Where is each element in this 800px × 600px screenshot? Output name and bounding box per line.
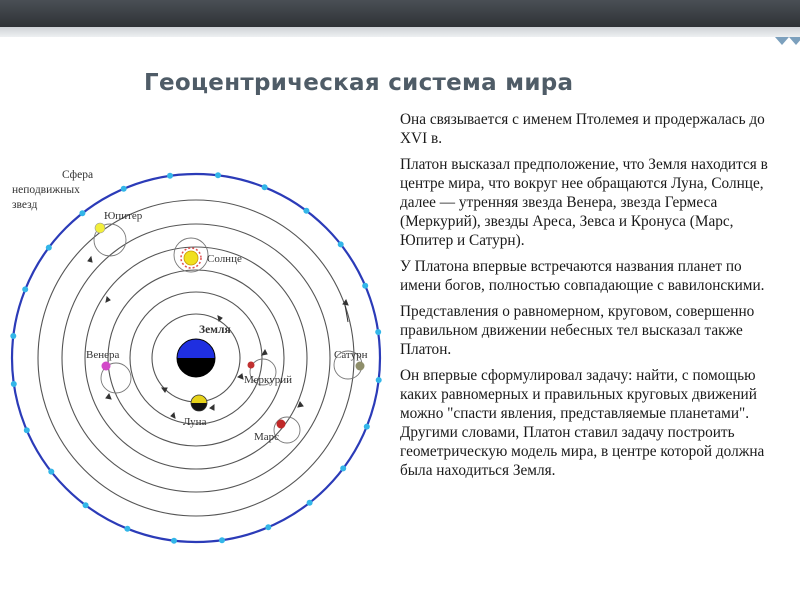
earth-icon	[176, 338, 216, 378]
slide-body-text: Она связывается с именем Птолемея и прод…	[400, 110, 782, 487]
arrow-icon	[260, 348, 268, 356]
star-icon	[265, 524, 272, 531]
star-icon	[79, 210, 86, 217]
label-mercury: Меркурий	[244, 374, 292, 386]
paragraph: Представления о равномерном, круговом, с…	[400, 303, 755, 358]
star-icon	[306, 499, 313, 506]
label-mars: Марс	[254, 431, 279, 443]
star-icon	[171, 537, 177, 544]
geocentric-diagram: Сфера неподвижных звезд Юпитер Солнце Зе…	[10, 169, 382, 544]
paragraph: Платон высказал предположение, что Земля…	[400, 156, 768, 249]
star-icon	[375, 329, 382, 335]
star-icon	[23, 427, 30, 434]
arrow-icon	[87, 255, 93, 263]
star-icon	[10, 333, 17, 339]
star-icon	[362, 282, 369, 289]
jupiter-icon	[94, 222, 106, 234]
label-sphere: звезд	[12, 199, 37, 211]
corner-triangle-icon	[789, 37, 800, 45]
slide-title: Геоцентрическая система мира	[144, 70, 574, 96]
mars-icon	[276, 419, 286, 429]
star-icon	[124, 525, 131, 532]
label-venus: Венера	[86, 349, 119, 361]
arrow-icon	[209, 404, 215, 411]
sun-icon	[180, 247, 202, 269]
venus-icon	[101, 361, 111, 371]
star-icon	[82, 502, 89, 509]
arrow-icon	[236, 373, 244, 380]
star-icon	[48, 468, 55, 475]
label-saturn: Сатурн	[334, 349, 368, 361]
arrow-icon	[161, 387, 168, 393]
moon-icon	[190, 394, 208, 412]
star-icon	[340, 465, 347, 472]
star-icon	[10, 381, 17, 387]
paragraph: У Платона впервые встречаются названия п…	[400, 258, 765, 294]
paragraph: Она связывается с именем Птолемея и прод…	[400, 111, 765, 147]
star-icon	[45, 244, 52, 251]
label-moon: Луна	[183, 416, 207, 428]
star-icon	[167, 172, 173, 179]
star-icon	[215, 172, 221, 179]
star-icon	[261, 184, 268, 191]
motion-arrows	[87, 255, 349, 419]
mercury-icon	[247, 361, 255, 369]
corner-triangle-icon	[775, 37, 789, 45]
star-icon	[303, 207, 310, 214]
star-icon	[22, 286, 29, 293]
arrow-icon	[217, 315, 223, 323]
star-icon	[337, 241, 344, 248]
star-icon	[219, 537, 225, 544]
header-accent-stripe	[0, 27, 800, 37]
top-header-bar	[0, 0, 800, 27]
label-sphere: неподвижных	[12, 184, 80, 196]
arrow-icon	[170, 411, 176, 419]
label-sun: Солнце	[207, 253, 242, 265]
star-icon	[120, 185, 127, 192]
saturn-icon	[355, 361, 365, 371]
paragraph: Он впервые сформулировал задачу: найти, …	[400, 367, 765, 479]
arrow-icon	[105, 392, 112, 400]
arrow-icon	[297, 400, 304, 408]
label-earth: Земля	[199, 324, 231, 336]
label-sphere: Сфера	[62, 169, 93, 181]
star-icon	[375, 377, 382, 383]
arrow-icon	[105, 295, 111, 303]
label-jupiter: Юпитер	[104, 210, 143, 222]
star-icon	[363, 423, 370, 430]
